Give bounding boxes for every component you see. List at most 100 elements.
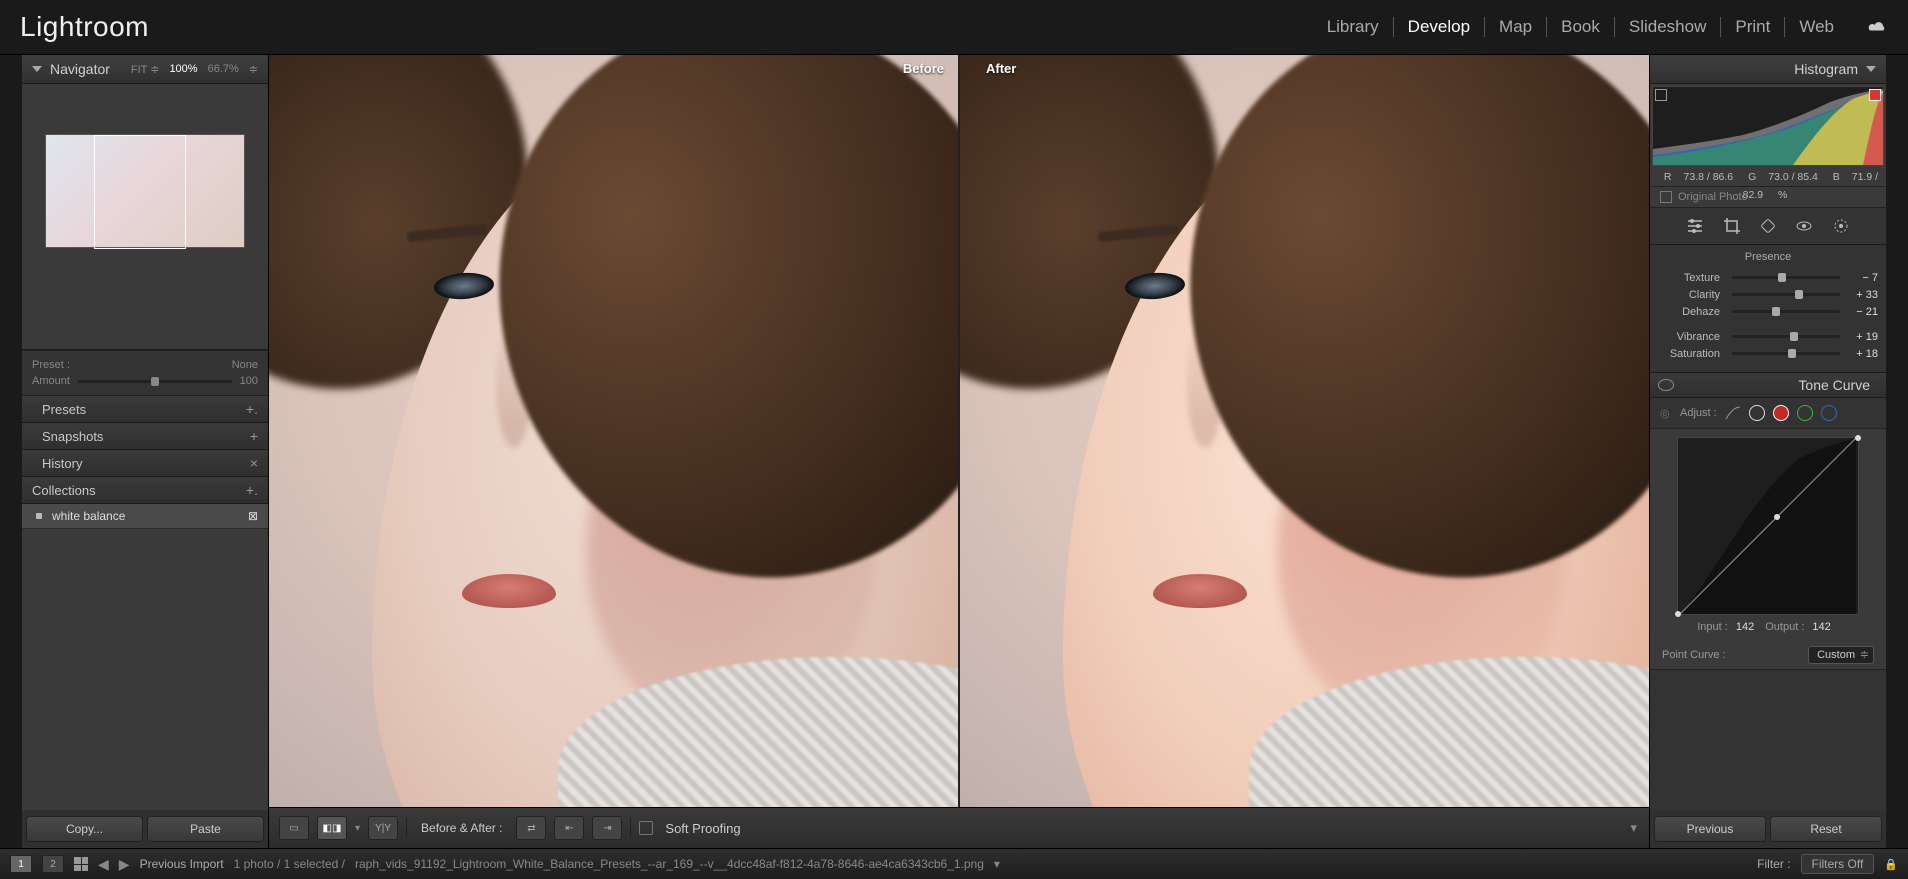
channel-blue[interactable] bbox=[1821, 405, 1837, 421]
swap-icon[interactable]: ⇄ bbox=[516, 816, 546, 840]
zoom-100[interactable]: 100% bbox=[169, 63, 197, 75]
histogram-rgb-readout: R73.8 / 86.6 G73.0 / 85.4 B71.9 / 82.9 % bbox=[1650, 168, 1886, 187]
target-adjust-icon[interactable]: ◎ bbox=[1660, 407, 1672, 419]
original-photo-label: Original Photo bbox=[1678, 191, 1748, 203]
point-curve-label: Point Curve : bbox=[1662, 649, 1726, 661]
parametric-curve-icon[interactable] bbox=[1725, 406, 1741, 420]
before-after-yy-icon[interactable]: Y|Y bbox=[368, 816, 398, 840]
amount-slider-thumb[interactable] bbox=[151, 377, 159, 386]
zoom-alt[interactable]: 66.7% bbox=[208, 63, 239, 75]
snapshots-add-icon[interactable]: + bbox=[250, 428, 258, 444]
saturation-value[interactable]: + 18 bbox=[1846, 348, 1878, 360]
point-curve-select[interactable]: Custom bbox=[1808, 646, 1874, 664]
collection-item-label: white balance bbox=[52, 509, 125, 523]
after-label: After bbox=[986, 61, 1016, 76]
view-toolbar: ▭ ◧◨ ▾ Y|Y Before & After : ⇄ ⇤ ⇥ Soft P… bbox=[269, 807, 1649, 848]
clarity-value[interactable]: + 33 bbox=[1846, 289, 1878, 301]
module-library[interactable]: Library bbox=[1313, 17, 1394, 37]
shadow-clip-icon[interactable] bbox=[1655, 89, 1667, 101]
navigator-header[interactable]: Navigator FIT ≑ 100% 66.7% ≑ bbox=[22, 55, 268, 84]
crop-icon[interactable] bbox=[1721, 215, 1743, 237]
tone-curve-title: Tone Curve bbox=[1798, 377, 1870, 393]
redeye-icon[interactable] bbox=[1793, 215, 1815, 237]
presets-section[interactable]: Presets +. bbox=[22, 396, 268, 423]
histogram-title: Histogram bbox=[1794, 61, 1858, 77]
tone-curve-channel-picker: ◎ Adjust : bbox=[1650, 398, 1886, 429]
edit-sliders-icon[interactable] bbox=[1684, 215, 1706, 237]
collections-add-icon[interactable]: +. bbox=[246, 482, 258, 498]
history-section[interactable]: History × bbox=[22, 450, 268, 477]
curve-point-mid[interactable] bbox=[1774, 514, 1780, 520]
curve-point-highlight[interactable] bbox=[1855, 435, 1861, 441]
zoom-stepper-icon[interactable]: ≑ bbox=[249, 63, 258, 76]
presets-add-icon[interactable]: +. bbox=[246, 401, 258, 417]
monitor-1-tab[interactable]: 1 bbox=[10, 855, 32, 873]
history-clear-icon[interactable]: × bbox=[250, 455, 258, 471]
collections-section[interactable]: Collections +. bbox=[22, 477, 268, 504]
presets-label: Presets bbox=[42, 402, 86, 417]
copy-button[interactable]: Copy... bbox=[26, 816, 143, 842]
curve-point-shadow[interactable] bbox=[1675, 611, 1681, 617]
module-web[interactable]: Web bbox=[1785, 17, 1848, 37]
module-map[interactable]: Map bbox=[1485, 17, 1547, 37]
collections-label: Collections bbox=[32, 483, 96, 498]
highlight-clip-icon[interactable] bbox=[1869, 89, 1881, 101]
channel-rgb[interactable] bbox=[1749, 405, 1765, 421]
module-book[interactable]: Book bbox=[1547, 17, 1615, 37]
grid-view-icon[interactable] bbox=[74, 857, 88, 871]
previous-button[interactable]: Previous bbox=[1654, 816, 1766, 842]
module-slideshow[interactable]: Slideshow bbox=[1615, 17, 1722, 37]
before-image[interactable]: Before bbox=[269, 55, 958, 807]
after-image[interactable]: After bbox=[960, 55, 1649, 807]
collection-item-remove-icon[interactable]: ⊠ bbox=[248, 509, 258, 523]
histogram-header[interactable]: Histogram bbox=[1650, 55, 1886, 84]
histogram-graph[interactable] bbox=[1652, 86, 1884, 166]
vibrance-value[interactable]: + 19 bbox=[1846, 331, 1878, 343]
nav-forward-icon[interactable]: ▶ bbox=[119, 856, 130, 873]
copy-after-icon[interactable]: ⇥ bbox=[592, 816, 622, 840]
channel-red[interactable] bbox=[1773, 405, 1789, 421]
filename-dropdown-icon[interactable]: ▾ bbox=[994, 857, 1000, 871]
filters-off-button[interactable]: Filters Off bbox=[1801, 854, 1875, 874]
zoom-fit[interactable]: FIT ≑ bbox=[131, 63, 160, 76]
loupe-view-icon[interactable]: ▭ bbox=[279, 816, 309, 840]
vibrance-slider[interactable] bbox=[1732, 335, 1840, 338]
toggle-visibility-icon[interactable] bbox=[1658, 379, 1674, 391]
tone-curve-header[interactable]: Tone Curve bbox=[1650, 373, 1886, 398]
develop-tool-strip bbox=[1650, 208, 1886, 245]
amount-slider[interactable] bbox=[78, 380, 232, 383]
saturation-slider[interactable] bbox=[1732, 352, 1840, 355]
reset-button[interactable]: Reset bbox=[1770, 816, 1882, 842]
module-print[interactable]: Print bbox=[1721, 17, 1785, 37]
tone-curve-graph[interactable] bbox=[1677, 437, 1859, 615]
cloud-sync-icon[interactable] bbox=[1866, 20, 1888, 34]
module-picker: Library Develop Map Book Slideshow Print… bbox=[1313, 17, 1888, 37]
original-photo-checkbox[interactable] bbox=[1660, 191, 1672, 203]
before-after-lr-icon[interactable]: ◧◨ bbox=[317, 816, 347, 840]
module-develop[interactable]: Develop bbox=[1394, 17, 1485, 37]
texture-value[interactable]: − 7 bbox=[1846, 272, 1878, 284]
nav-back-icon[interactable]: ◀ bbox=[98, 856, 109, 873]
before-label: Before bbox=[903, 61, 944, 76]
before-after-viewer[interactable]: Before After bbox=[269, 55, 1649, 807]
texture-slider[interactable] bbox=[1732, 276, 1840, 279]
masking-icon[interactable] bbox=[1830, 215, 1852, 237]
filter-lock-icon[interactable]: 🔒 bbox=[1884, 858, 1898, 871]
monitor-2-tab[interactable]: 2 bbox=[42, 855, 64, 873]
navigator-preview[interactable] bbox=[22, 84, 268, 350]
healing-icon[interactable] bbox=[1757, 215, 1779, 237]
snapshots-section[interactable]: Snapshots + bbox=[22, 423, 268, 450]
copy-before-icon[interactable]: ⇤ bbox=[554, 816, 584, 840]
history-label: History bbox=[42, 456, 82, 471]
paste-button[interactable]: Paste bbox=[147, 816, 264, 842]
ba-dropdown-arrow-icon[interactable]: ▾ bbox=[355, 823, 360, 834]
soft-proofing-checkbox[interactable] bbox=[639, 821, 653, 835]
clarity-slider[interactable] bbox=[1732, 293, 1840, 296]
source-label[interactable]: Previous Import bbox=[140, 857, 224, 871]
collection-item-white-balance[interactable]: white balance ⊠ bbox=[22, 504, 268, 529]
navigator-crop-rect[interactable] bbox=[94, 135, 186, 249]
dehaze-slider[interactable] bbox=[1732, 310, 1840, 313]
channel-green[interactable] bbox=[1797, 405, 1813, 421]
dehaze-value[interactable]: − 21 bbox=[1846, 306, 1878, 318]
toolbar-menu-icon[interactable]: ▾ bbox=[1628, 818, 1639, 838]
